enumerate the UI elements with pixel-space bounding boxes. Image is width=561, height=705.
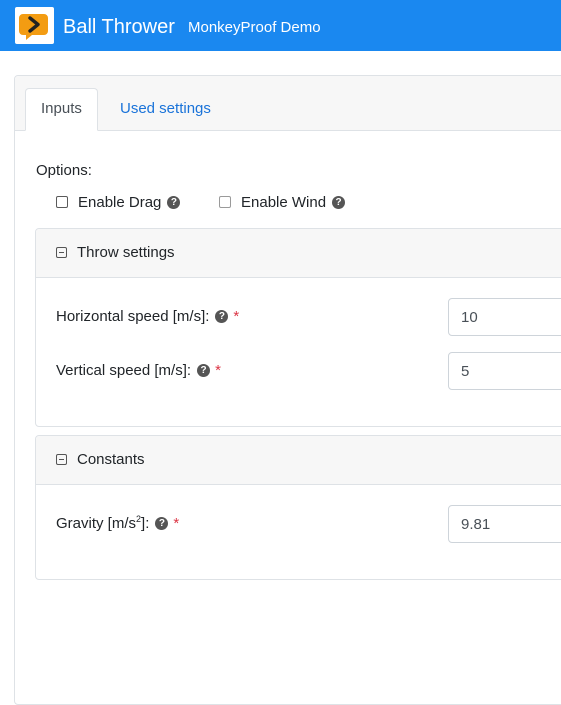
help-icon[interactable]: ? (197, 364, 211, 377)
checkbox-box[interactable] (219, 196, 231, 208)
horizontal-speed-input[interactable] (448, 298, 561, 336)
horizontal-speed-label: Horizontal speed [m/s]: ? * (56, 308, 239, 325)
enable-drag-label: Enable Drag (78, 193, 162, 211)
throw-settings-title: Throw settings (77, 244, 175, 261)
tab-inputs[interactable]: Inputs (25, 88, 98, 131)
horizontal-speed-text: Horizontal speed [m/s]: (56, 308, 210, 325)
enable-drag-checkbox[interactable]: Enable Drag ? (56, 192, 181, 212)
app-title: Ball Thrower (63, 16, 175, 38)
app-logo-icon (15, 7, 54, 44)
tab-bar: Inputs Used settings (15, 76, 561, 131)
checkbox-box[interactable] (56, 196, 68, 208)
constants-title: Constants (77, 451, 145, 468)
app-header: Ball Thrower MonkeyProof Demo (0, 0, 561, 51)
help-icon[interactable]: ? (332, 195, 346, 209)
required-marker: * (233, 308, 240, 325)
collapse-minus-icon[interactable] (56, 247, 67, 258)
vertical-speed-text: Vertical speed [m/s]: (56, 362, 192, 379)
app-subtitle: MonkeyProof Demo (188, 19, 321, 36)
required-marker: * (215, 362, 221, 379)
enable-wind-label: Enable Wind (241, 193, 327, 211)
throw-settings-header[interactable]: Throw settings (36, 229, 561, 278)
options-label: Options: (36, 162, 92, 179)
gravity-label: Gravity [m/s2]: ? * (56, 514, 180, 533)
help-icon[interactable]: ? (167, 195, 181, 209)
constants-header[interactable]: Constants (36, 436, 561, 485)
gravity-input[interactable] (448, 505, 561, 543)
main-card: Inputs Used settings Options: Enable Dra… (14, 75, 561, 705)
collapse-minus-icon[interactable] (56, 454, 67, 465)
constants-panel: Constants Gravity [m/s2]: ? * (35, 435, 561, 580)
required-marker: * (173, 515, 180, 532)
gravity-text: Gravity [m/s2]: (56, 514, 150, 533)
help-icon[interactable]: ? (155, 517, 169, 530)
throw-settings-panel: Throw settings Horizontal speed [m/s]: ?… (35, 228, 561, 427)
tab-used-settings[interactable]: Used settings (105, 88, 226, 130)
enable-wind-checkbox[interactable]: Enable Wind ? (219, 192, 346, 212)
help-icon[interactable]: ? (215, 310, 229, 323)
vertical-speed-input[interactable] (448, 352, 561, 390)
vertical-speed-label: Vertical speed [m/s]: ? * (56, 362, 221, 379)
